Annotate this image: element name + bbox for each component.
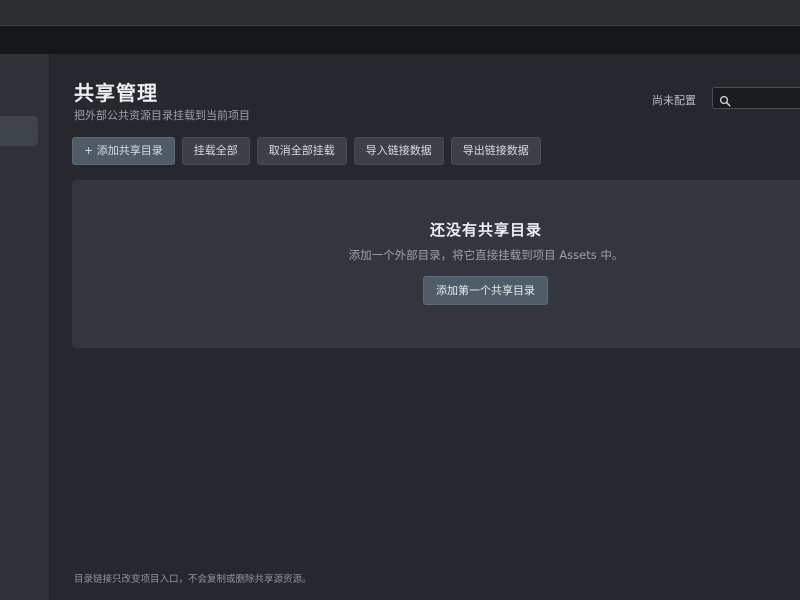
page-title: 共享管理 <box>74 81 158 105</box>
config-status-text: 尚未配置 <box>652 94 696 107</box>
empty-state-panel: 还没有共享目录 添加一个外部目录，将它直接挂载到项目 Assets 中。 添加第… <box>72 180 800 348</box>
import-links-button[interactable]: 导入链接数据 <box>353 137 444 165</box>
empty-state-description: 添加一个外部目录，将它直接挂载到项目 Assets 中。 <box>348 248 624 262</box>
unmount-all-button[interactable]: 取消全部挂载 <box>256 137 347 165</box>
add-first-shared-folder-button[interactable]: 添加第一个共享目录 <box>423 276 548 305</box>
add-shared-folder-button[interactable]: + 添加共享目录 <box>72 137 175 165</box>
search-icon <box>719 92 731 107</box>
page-subtitle: 把外部公共资源目录挂载到当前项目 <box>74 109 250 122</box>
sidebar-item-selected[interactable] <box>0 116 38 146</box>
search-input[interactable] <box>735 90 800 106</box>
mount-all-button[interactable]: 挂载全部 <box>181 137 250 165</box>
toolbar: + 添加共享目录 挂载全部 取消全部挂载 导入链接数据 导出链接数据 <box>72 137 541 165</box>
empty-state-title: 还没有共享目录 <box>429 221 542 239</box>
export-links-button[interactable]: 导出链接数据 <box>450 137 541 165</box>
menu-bar <box>0 26 800 54</box>
window-titlebar <box>0 0 800 26</box>
sidebar <box>0 54 50 600</box>
footer-note: 目录链接只改变项目入口，不会复制或删除共享源资源。 <box>74 574 312 585</box>
search-box[interactable] <box>712 87 800 109</box>
main-panel: 共享管理 把外部公共资源目录挂载到当前项目 尚未配置 + 添加共享目录 挂载全部… <box>50 54 800 600</box>
